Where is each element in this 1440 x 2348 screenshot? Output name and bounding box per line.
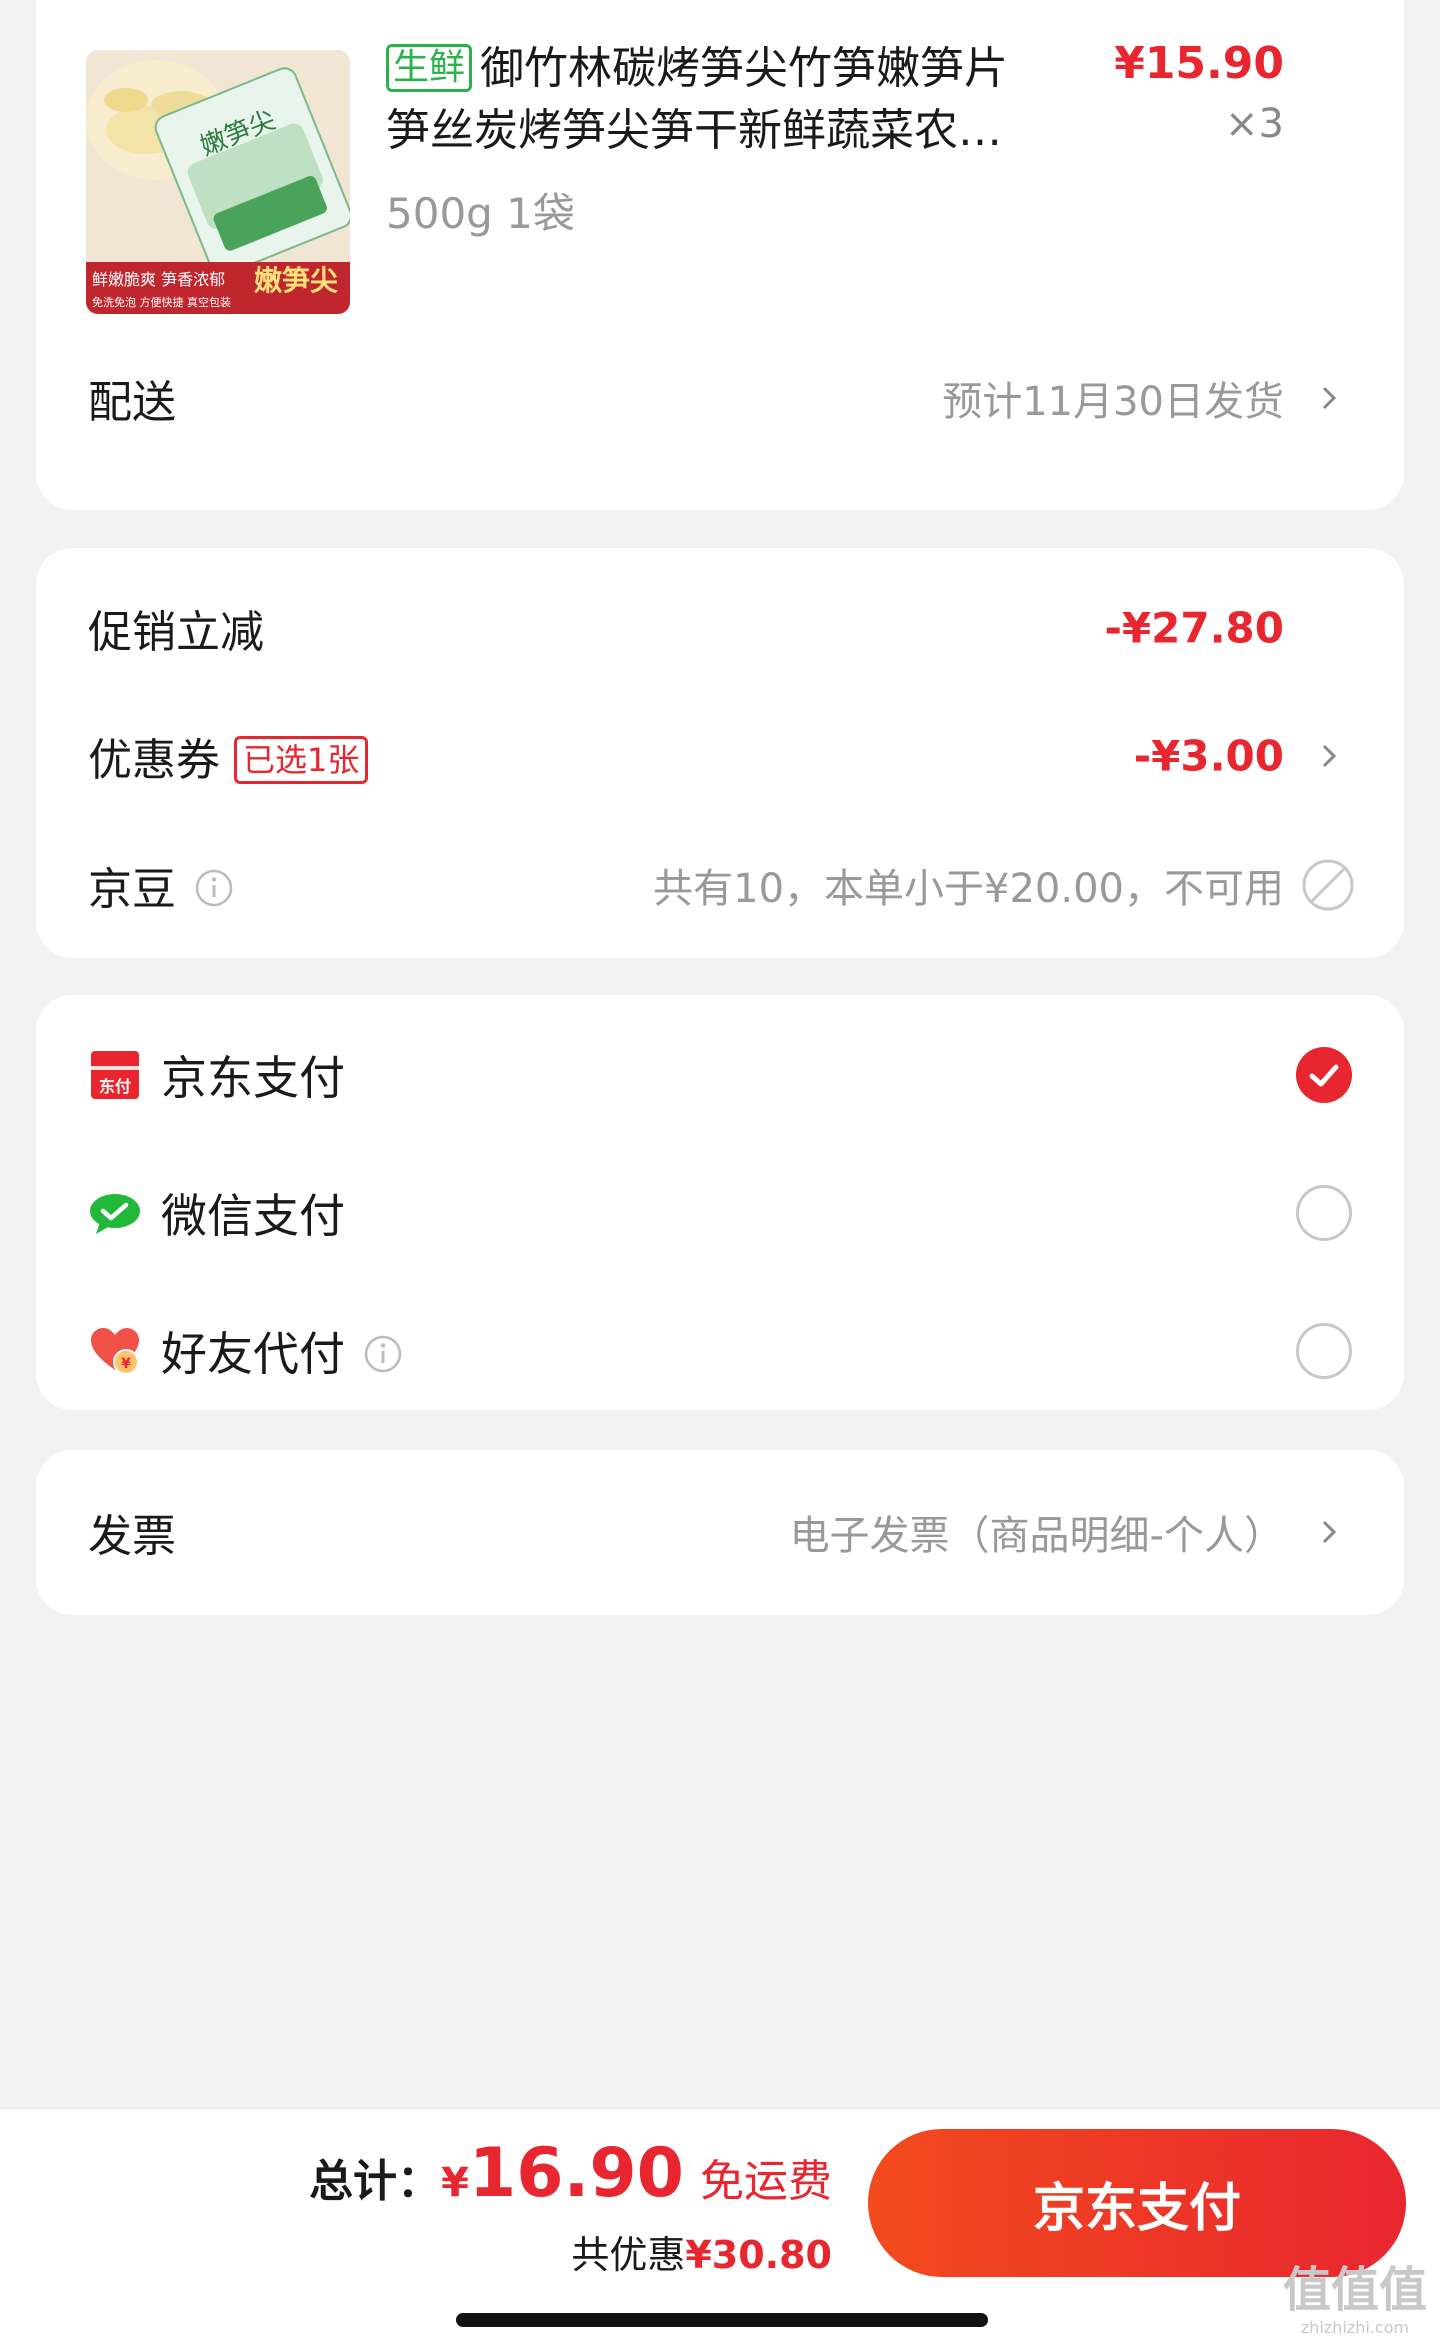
product-card: 嫩笋尖 鲜嫩脆爽 笋香浓郁 嫩笋尖 免洗免泡 方便快捷 真空包装 生鲜 御竹林碳烤… <box>36 0 1404 510</box>
saved-amount: ¥30.80 <box>685 2233 832 2277</box>
total-currency: ¥ <box>441 2160 469 2206</box>
promo-value: -¥27.80 <box>1104 603 1284 653</box>
jd-bean-label: 京豆 <box>88 864 176 915</box>
checkout-page: 嫩笋尖 鲜嫩脆爽 笋香浓郁 嫩笋尖 免洗免泡 方便快捷 真空包装 生鲜 御竹林碳烤… <box>0 0 1440 2348</box>
product-title[interactable]: 生鲜 御竹林碳烤笋尖竹笋嫩笋片 笋丝炭烤笋尖笋干新鲜蔬菜农… <box>386 38 1086 162</box>
image-caption: 鲜嫩脆爽 笋香浓郁 <box>92 270 225 289</box>
payment-option-wechat[interactable]: 微信支付 <box>36 1163 1404 1263</box>
radio-wechat-pay[interactable] <box>1296 1185 1352 1241</box>
payment-option-jd[interactable]: 东付 京东支付 <box>36 1025 1404 1125</box>
wechat-pay-icon <box>90 1194 140 1234</box>
product-quantity: ×3 <box>1225 101 1284 147</box>
friend-pay-icon: ¥ <box>91 1328 139 1375</box>
coupon-row[interactable]: 优惠券 已选1张 -¥3.00 <box>36 716 1404 796</box>
invoice-label: 发票 <box>88 1511 176 1562</box>
checkout-bottom-bar: 总计：¥16.90 免运费 共优惠¥30.80 京东支付 <box>0 2108 1440 2348</box>
jd-pay-icon-text: 东付 <box>99 1077 131 1096</box>
radio-jd-pay[interactable] <box>1296 1047 1352 1103</box>
payment-label-jd: 京东支付 <box>161 1051 345 1105</box>
payment-card: 东付 京东支付 微信支付 ¥ 好友代付 <box>36 995 1404 1410</box>
chevron-right-icon <box>1322 1520 1337 1544</box>
payment-label-wechat: 微信支付 <box>161 1189 345 1243</box>
info-icon[interactable] <box>194 868 234 908</box>
payment-label-friend: 好友代付 <box>161 1327 345 1381</box>
jd-bean-value: 共有10，本单小于¥20.00，不可用 <box>653 866 1284 912</box>
delivery-value: 预计11月30日发货 <box>942 379 1284 425</box>
free-shipping-label: 免运费 <box>700 2156 832 2207</box>
payment-option-friend[interactable]: ¥ 好友代付 <box>36 1301 1404 1401</box>
saved-line: 共优惠¥30.80 <box>571 2227 832 2283</box>
info-icon[interactable] <box>363 1334 403 1374</box>
chevron-right-icon <box>1322 744 1337 768</box>
watermark-sub: zhizhizhi.com <box>1300 2318 1410 2337</box>
product-spec: 500g 1袋 <box>386 189 575 238</box>
image-footer: 免洗免泡 方便快捷 真空包装 <box>92 295 231 309</box>
total-label: 总计： <box>309 2156 442 2207</box>
jd-pay-icon: 东付 <box>91 1051 139 1099</box>
product-title-line1: 御竹林碳烤笋尖竹笋嫩笋片 <box>480 43 1009 94</box>
total-amount: 16.90 <box>468 2134 684 2213</box>
image-title: 嫩笋尖 <box>254 264 338 297</box>
pay-button[interactable]: 京东支付 <box>868 2129 1406 2277</box>
promo-row: 促销立减 -¥27.80 <box>36 588 1404 668</box>
product-image[interactable]: 嫩笋尖 鲜嫩脆爽 笋香浓郁 嫩笋尖 免洗免泡 方便快捷 真空包装 <box>86 50 350 314</box>
unavailable-icon <box>1302 859 1354 911</box>
coupon-selected-badge: 已选1张 <box>234 736 369 784</box>
svg-text:¥: ¥ <box>121 1356 131 1372</box>
home-indicator[interactable] <box>456 2313 988 2327</box>
invoice-card[interactable]: 发票 电子发票（商品明细-个人） <box>36 1450 1404 1615</box>
product-title-line2: 笋丝炭烤笋尖笋干新鲜蔬菜农… <box>386 105 1002 156</box>
coupon-label-group: 优惠券 已选1张 <box>88 724 369 788</box>
invoice-value: 电子发票（商品明细-个人） <box>789 1513 1284 1559</box>
discounts-card: 促销立减 -¥27.80 优惠券 已选1张 -¥3.00 京豆 共有10，本单小于… <box>36 548 1404 958</box>
invoice-row[interactable]: 发票 电子发票（商品明细-个人） <box>36 1492 1404 1572</box>
check-icon <box>1309 1064 1339 1087</box>
chevron-right-icon <box>1322 386 1337 410</box>
promo-label: 促销立减 <box>88 607 264 658</box>
total-line: 总计：¥16.90 免运费 <box>309 2129 832 2236</box>
payment-label-friend-group: 好友代付 <box>161 1318 403 1384</box>
coupon-label: 优惠券 <box>88 735 220 786</box>
jd-bean-row: 京豆 共有10，本单小于¥20.00，不可用 <box>36 845 1404 925</box>
fresh-tag: 生鲜 <box>386 44 473 92</box>
coupon-value: -¥3.00 <box>1133 731 1284 781</box>
watermark-main: 值值值 <box>1282 2262 1427 2318</box>
watermark-logo: 值值值 zhizhizhi.com <box>1280 2262 1430 2342</box>
delivery-label: 配送 <box>88 377 176 428</box>
radio-friend-pay[interactable] <box>1296 1323 1352 1379</box>
delivery-row[interactable]: 配送 预计11月30日发货 <box>36 358 1404 438</box>
jd-bean-label-group: 京豆 <box>88 853 234 917</box>
product-price: ¥15.90 <box>1114 38 1284 89</box>
saved-label: 共优惠 <box>571 2233 686 2277</box>
